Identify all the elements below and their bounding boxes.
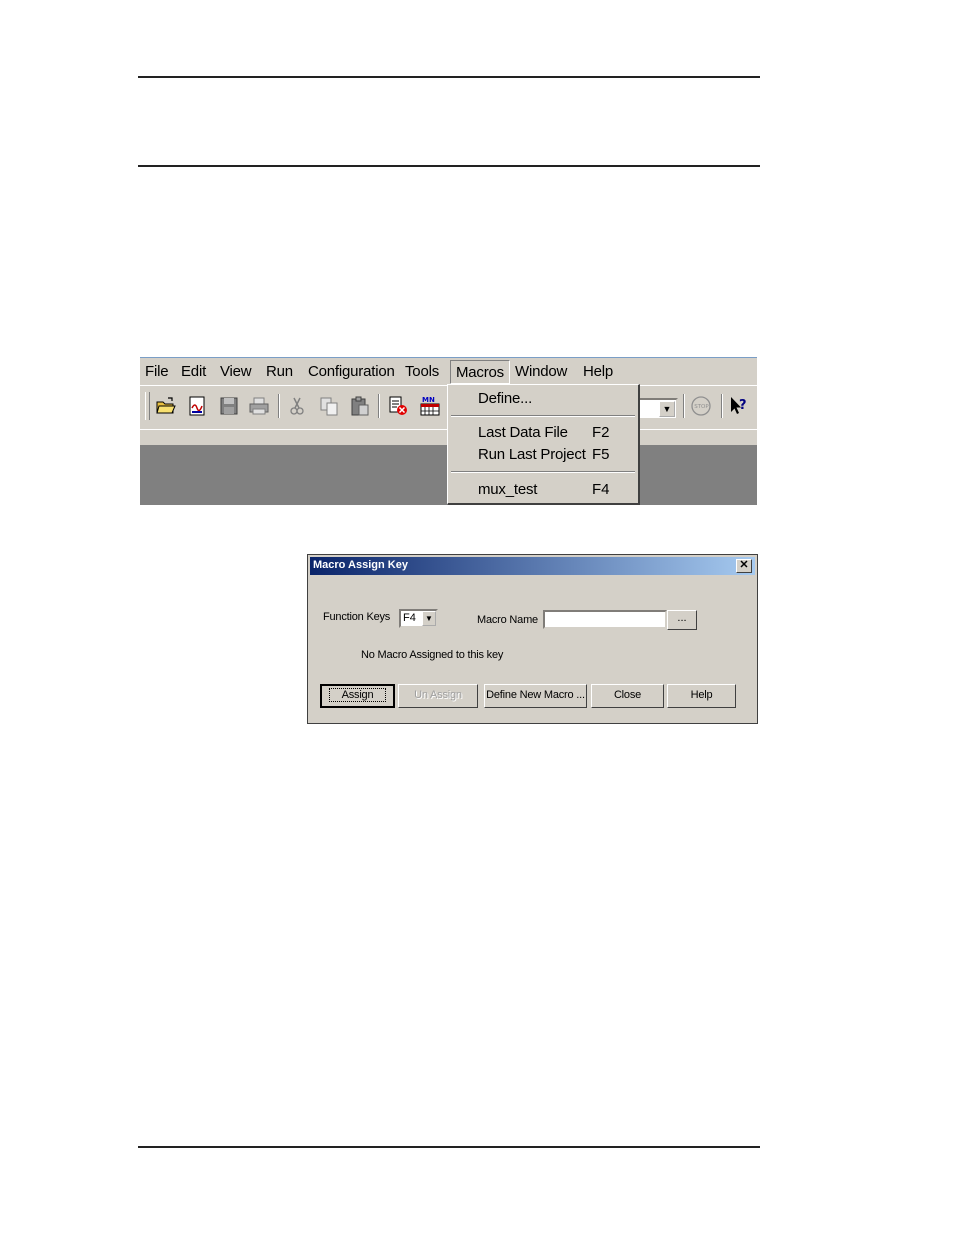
svg-text:STOP: STOP (694, 404, 709, 410)
menu-file[interactable]: File (145, 363, 169, 380)
footer-rule (138, 1146, 760, 1148)
menu-configuration[interactable]: Configuration (308, 363, 395, 380)
print-icon[interactable] (248, 395, 270, 417)
browse-button[interactable]: ... (667, 610, 697, 630)
menu-tools[interactable]: Tools (405, 363, 439, 380)
unassign-button[interactable]: Un Assign (398, 684, 478, 708)
chevron-down-icon[interactable]: ▼ (422, 611, 436, 626)
paste-icon[interactable] (349, 395, 371, 417)
delete-file-icon[interactable] (387, 395, 409, 417)
calendar-mn-icon[interactable]: MN (419, 395, 441, 417)
cut-icon[interactable] (286, 395, 308, 417)
menu-run[interactable]: Run (266, 363, 293, 380)
menu-edit[interactable]: Edit (181, 363, 206, 380)
stop-icon[interactable]: STOP (690, 395, 712, 417)
menu-separator (451, 471, 635, 473)
menu-item-define[interactable]: Define... (478, 390, 532, 407)
toolbar-separator (683, 394, 685, 418)
define-new-macro-button[interactable]: Define New Macro ... (484, 684, 587, 708)
function-keys-label: Function Keys (323, 611, 391, 623)
help-button[interactable]: Help (667, 684, 736, 708)
macro-name-input[interactable] (543, 610, 667, 629)
menu-help[interactable]: Help (583, 363, 613, 380)
dialog-titlebar[interactable]: Macro Assign Key ✕ (310, 557, 755, 575)
toolbar-separator (278, 394, 280, 418)
close-button[interactable]: Close (591, 684, 664, 708)
menu-bar: File Edit View Run Configuration Tools M… (140, 358, 757, 385)
toolbar-grip[interactable] (145, 392, 150, 420)
svg-text:?: ? (739, 398, 747, 413)
function-key-value: F4 (403, 612, 416, 624)
shortcut-key: F2 (592, 424, 610, 441)
open-folder-icon[interactable] (155, 395, 177, 417)
copy-icon[interactable] (318, 395, 340, 417)
assign-button-label: Assign (328, 688, 387, 702)
top-rule (138, 76, 760, 78)
menu-separator (451, 415, 635, 417)
menu-view[interactable]: View (220, 363, 252, 380)
chevron-down-icon[interactable]: ▼ (659, 401, 675, 417)
svg-text:MN: MN (422, 396, 435, 404)
status-text: No Macro Assigned to this key (361, 649, 504, 661)
context-help-icon[interactable]: ? (728, 395, 750, 417)
assign-button[interactable]: Assign (320, 684, 395, 708)
save-icon[interactable] (218, 395, 240, 417)
menu-macros[interactable]: Macros (450, 360, 510, 384)
menu-window[interactable]: Window (515, 363, 567, 380)
close-icon[interactable]: ✕ (736, 559, 752, 573)
shortcut-key: F4 (592, 481, 610, 498)
menu-item-mux-test[interactable]: mux_test (478, 481, 537, 498)
dialog-title: Macro Assign Key (313, 559, 408, 571)
macro-assign-key-dialog: Macro Assign Key ✕ Function Keys F4 ▼ Ma… (307, 554, 758, 724)
function-key-select[interactable]: F4 ▼ (399, 609, 438, 628)
shortcut-key: F5 (592, 446, 610, 463)
menu-item-last-data-file[interactable]: Last Data File (478, 424, 568, 441)
header-rule (138, 165, 760, 167)
macros-dropdown: Define... Last Data File F2 Run Last Pro… (447, 384, 640, 505)
toolbar-separator (378, 394, 380, 418)
menu-item-run-last-project[interactable]: Run Last Project (478, 446, 586, 463)
toolbar-separator (721, 394, 723, 418)
macro-name-label: Macro Name (477, 614, 538, 626)
report-icon[interactable] (186, 395, 208, 417)
